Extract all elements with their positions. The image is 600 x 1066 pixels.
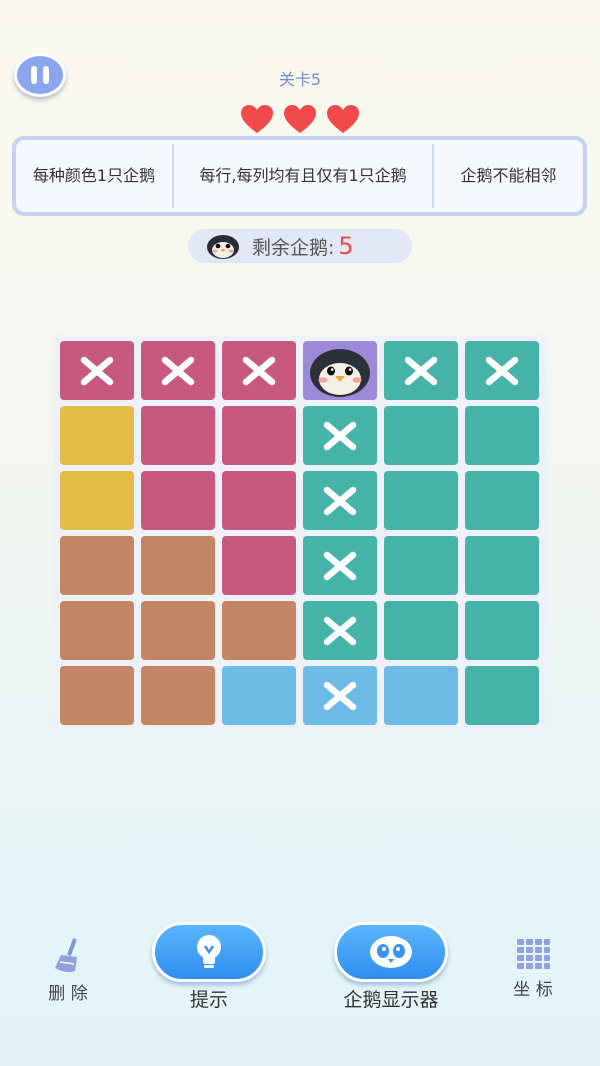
board-cell[interactable] — [60, 536, 134, 595]
board-cell[interactable] — [60, 666, 134, 725]
penguin-icon — [310, 348, 370, 397]
rule-one-per-color: 每种颜色1只企鹅 — [32, 166, 156, 185]
heart-icon — [327, 105, 359, 133]
remaining-label: 剩余企鹅: — [252, 236, 335, 259]
board-cell[interactable] — [141, 406, 215, 465]
rule-not-adjacent: 企鹅不能相邻 — [432, 144, 583, 208]
heart-icon — [241, 105, 273, 133]
hint-button[interactable] — [152, 922, 266, 982]
level-label: 关卡5 — [278, 70, 322, 89]
board-cell[interactable] — [384, 666, 458, 725]
coordinates-label: 坐 标 — [513, 980, 553, 1000]
board-cell[interactable] — [60, 341, 134, 400]
board-cell[interactable] — [303, 536, 377, 595]
board-cell[interactable] — [222, 666, 296, 725]
remaining-count: 5 — [338, 232, 354, 260]
board-cell[interactable] — [384, 341, 458, 400]
game-board — [53, 335, 547, 729]
x-mark-icon — [242, 356, 276, 385]
penguin-display-button[interactable] — [334, 922, 448, 982]
penguin-icon — [207, 235, 239, 259]
board-cell[interactable] — [222, 601, 296, 660]
x-mark-icon — [485, 356, 519, 385]
board-cell[interactable] — [60, 471, 134, 530]
board-cell[interactable] — [384, 471, 458, 530]
board-cell[interactable] — [60, 406, 134, 465]
board-cell[interactable] — [465, 406, 539, 465]
broom-icon — [55, 938, 77, 972]
board-cell[interactable] — [303, 666, 377, 725]
lives — [240, 104, 360, 134]
board-cell[interactable] — [384, 406, 458, 465]
board-cell[interactable] — [465, 536, 539, 595]
board-cell[interactable] — [141, 341, 215, 400]
board-cell[interactable] — [141, 666, 215, 725]
rules-panel: 每种颜色1只企鹅 每行,每列均有且仅有1只企鹅 企鹅不能相邻 — [12, 136, 587, 216]
x-mark-icon — [161, 356, 195, 385]
board-cell[interactable] — [465, 471, 539, 530]
board-cell[interactable] — [222, 341, 296, 400]
board-cell[interactable] — [303, 601, 377, 660]
x-mark-icon — [323, 616, 357, 645]
board-cell[interactable] — [141, 536, 215, 595]
coordinates-button[interactable]: 坐 标 — [493, 935, 573, 1000]
delete-button[interactable]: 删 除 — [28, 935, 108, 1004]
penguin-face-icon — [370, 936, 412, 968]
lightbulb-icon — [197, 935, 221, 968]
delete-label: 删 除 — [48, 984, 88, 1004]
x-mark-icon — [323, 681, 357, 710]
remaining-penguins: 剩余企鹅: 5 — [188, 229, 412, 263]
grid-icon — [517, 939, 550, 969]
board-cell[interactable] — [141, 471, 215, 530]
board-cell[interactable] — [141, 601, 215, 660]
penguin-display-label: 企鹅显示器 — [343, 989, 439, 1011]
board-cell[interactable] — [222, 471, 296, 530]
x-mark-icon — [323, 486, 357, 515]
x-mark-icon — [323, 551, 357, 580]
x-mark-icon — [323, 421, 357, 450]
x-mark-icon — [80, 356, 114, 385]
board-cell[interactable] — [60, 601, 134, 660]
board-cell[interactable] — [303, 406, 377, 465]
board-cell[interactable] — [303, 471, 377, 530]
board-cell[interactable] — [465, 666, 539, 725]
heart-icon — [284, 105, 316, 133]
board-cell[interactable] — [222, 536, 296, 595]
hint-label: 提示 — [189, 989, 228, 1011]
board-cell[interactable] — [465, 341, 539, 400]
x-mark-icon — [404, 356, 438, 385]
board-cell[interactable] — [303, 341, 377, 400]
board-cell[interactable] — [465, 601, 539, 660]
rule-one-per-row-col: 每行,每列均有且仅有1只企鹅 — [172, 144, 432, 208]
board-cell[interactable] — [222, 406, 296, 465]
board-cell[interactable] — [384, 601, 458, 660]
board-cell[interactable] — [384, 536, 458, 595]
